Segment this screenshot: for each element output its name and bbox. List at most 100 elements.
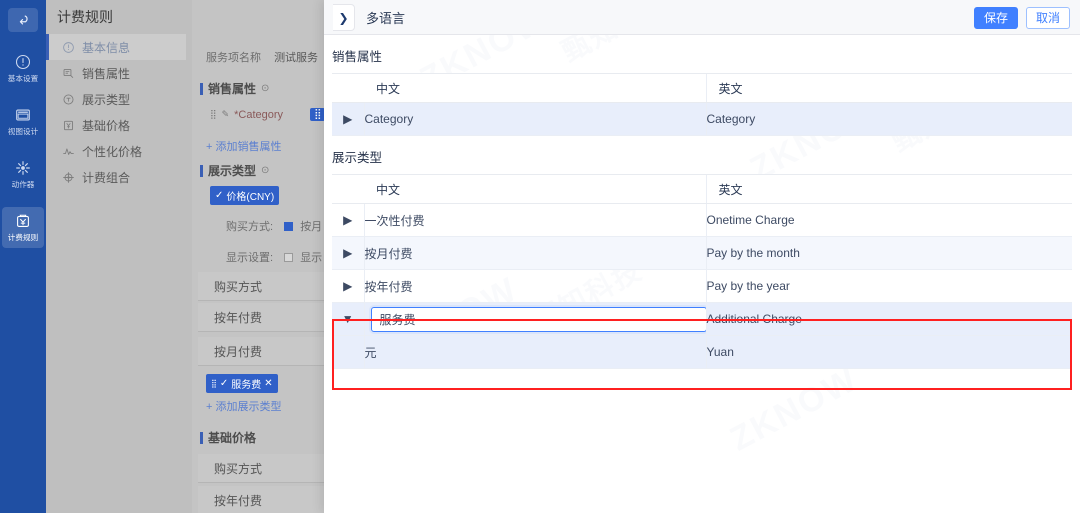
close-icon[interactable]: ✕ — [264, 378, 272, 389]
bg-list-row[interactable]: 购买方式 — [198, 272, 332, 301]
service-name-value: 测试服务 — [274, 52, 319, 64]
drag-handle-icon: ⣿ — [211, 379, 217, 388]
spark-icon — [14, 159, 32, 177]
table-child-row[interactable]: 元 Yuan — [332, 335, 1072, 369]
bg-row-label: 按年付费 — [214, 493, 263, 508]
drag-handle-icon[interactable]: ⣿ — [210, 109, 217, 120]
add-sales-attribute-button[interactable]: + 添加销售属性 — [206, 138, 281, 154]
service-fee-chip[interactable]: ⣿ ✓ 服务费 ✕ — [206, 374, 278, 393]
table-row[interactable]: ▶ Category Category — [332, 102, 1072, 136]
sidebar-item-label: 基础价格 — [82, 118, 131, 133]
column-header-chinese: 中文 — [364, 174, 706, 204]
table-row[interactable]: ▶ 按年付费 Pay by the year — [332, 269, 1072, 303]
window-layout-icon — [14, 106, 32, 124]
rail-label: 计费规则 — [7, 233, 39, 242]
sidebar-item-label: 基本信息 — [82, 40, 131, 55]
bg-section-label: 销售属性 — [208, 82, 257, 96]
bg-list-row[interactable]: 购买方式 — [198, 454, 332, 483]
triangle-right-icon[interactable]: ▶ — [343, 112, 352, 126]
table-header-row: 中文 英文 — [332, 73, 1072, 103]
display-type-icon — [62, 93, 75, 106]
back-arrow-icon[interactable] — [8, 8, 38, 32]
price-tag-chip[interactable]: ✓ 价格(CNY) — [210, 186, 280, 205]
cell-chinese[interactable]: 按月付费 — [364, 236, 706, 270]
add-display-type-button[interactable]: + 添加展示类型 — [206, 398, 281, 414]
bg-list-row[interactable]: 按月付费 — [198, 337, 332, 366]
expand-toggle-cell[interactable]: ▶ — [332, 203, 365, 237]
bg-list-row[interactable]: 按年付费 — [198, 303, 332, 332]
table-row[interactable]: ▶ 一次性付费 Onetime Charge — [332, 203, 1072, 237]
table-row[interactable]: ▶ 按月付费 Pay by the month — [332, 236, 1072, 270]
check-icon: ✓ — [215, 190, 224, 201]
purchase-mode-checkbox[interactable] — [284, 222, 294, 231]
sidebar-item-sales-attributes[interactable]: 销售属性 — [46, 60, 186, 86]
table-wrap-display-type: 中文 英文 ▶ 一次性付费 Onetime Charge ▶ 按月付费 Pay … — [332, 174, 1072, 369]
cell-english[interactable]: Category — [705, 102, 1072, 136]
cell-english[interactable]: Onetime Charge — [705, 203, 1072, 237]
drawer-title: 多语言 — [366, 11, 406, 26]
app-root: 基本设置 视图设计 动作器 计费规则 计费规则 基本信息 销售属性 展示类型 基… — [0, 0, 1080, 513]
cancel-button[interactable]: 取消 — [1025, 6, 1070, 29]
sidebar-menu-list: 基本信息 销售属性 展示类型 基础价格 个性化价格 计费组合 — [46, 34, 186, 190]
price-box-icon — [62, 119, 75, 132]
help-circle-icon: ⊙ — [261, 165, 270, 176]
chevron-right-icon[interactable]: ❯ — [333, 4, 355, 31]
save-button[interactable]: 保存 — [973, 6, 1018, 29]
drawer-header: ❯ 多语言 保存 取消 — [324, 0, 1080, 35]
table-header-row: 中文 英文 — [332, 174, 1072, 204]
sidebar-item-label: 个性化价格 — [82, 144, 143, 159]
edit-pencil-icon[interactable]: ✎ — [222, 109, 230, 120]
display-setting-checkbox[interactable] — [284, 253, 294, 262]
child-row-spacer — [332, 335, 365, 369]
rail-item-actions[interactable]: 动作器 — [2, 154, 44, 195]
cell-chinese[interactable]: 一次性付费 — [364, 203, 706, 237]
rail-item-billing-rules[interactable]: 计费规则 — [2, 207, 44, 248]
cell-english[interactable]: Additional Charge — [705, 302, 1072, 336]
watermark-text: ZKNOW — [724, 360, 865, 459]
sidebar-item-custom-price[interactable]: 个性化价格 — [46, 138, 186, 164]
sidebar-item-base-price[interactable]: 基础价格 — [46, 112, 186, 138]
table-row-editing[interactable]: ▼ Additional Charge — [332, 302, 1072, 336]
rail-item-view-design[interactable]: 视图设计 — [2, 101, 44, 142]
triangle-right-icon[interactable]: ▶ — [343, 246, 352, 260]
triangle-right-icon[interactable]: ▶ — [343, 279, 352, 293]
chinese-name-input[interactable] — [370, 306, 707, 332]
bg-row-label: 按月付费 — [214, 344, 263, 359]
cell-english[interactable]: Pay by the month — [705, 236, 1072, 270]
rail-label: 基本设置 — [7, 74, 39, 83]
cell-english[interactable]: Pay by the year — [705, 269, 1072, 303]
bg-list-row[interactable]: 按年付费 — [198, 486, 332, 513]
service-fee-label: 服务费 — [231, 380, 262, 391]
expand-toggle-cell[interactable]: ▼ — [332, 302, 365, 336]
cell-chinese-editing[interactable] — [364, 302, 707, 336]
column-header-english: 英文 — [705, 174, 1072, 204]
cell-english-child[interactable]: Yuan — [705, 335, 1072, 369]
cell-chinese[interactable]: Category — [364, 102, 706, 136]
expand-toggle-cell[interactable]: ▶ — [332, 269, 365, 303]
sidebar-item-display-type[interactable]: 展示类型 — [46, 86, 186, 112]
tag-list-icon — [62, 67, 75, 80]
bg-section-label: 基础价格 — [208, 431, 257, 445]
rail-item-basic-settings[interactable]: 基本设置 — [2, 48, 44, 89]
triangle-down-icon[interactable]: ▼ — [342, 312, 354, 326]
cell-chinese[interactable]: 按年付费 — [364, 269, 706, 303]
billing-icon — [14, 212, 32, 230]
expand-toggle-cell[interactable]: ▶ — [332, 236, 365, 270]
bg-row-label: 按年付费 — [214, 310, 263, 325]
triangle-right-icon[interactable]: ▶ — [343, 213, 352, 227]
cell-chinese-child[interactable]: 元 — [364, 335, 706, 369]
purchase-mode-value: 按月 — [300, 221, 323, 233]
drawer-body: ZKNOW 甄知科技 ZKNOW 甄知科技 ZKNOW 甄知科技 ZKNOW 销… — [324, 35, 1080, 513]
sales-attr-item: *Category — [234, 108, 284, 121]
sidebar-item-basic-info[interactable]: 基本信息 — [46, 34, 186, 60]
background-form-panel: 服务项名称 测试服务 销售属性 ⊙ ⣿ ✎ *Category ⣿ + 添加销售… — [192, 0, 332, 513]
display-setting-value: 显示 — [300, 252, 323, 264]
expand-toggle-cell[interactable]: ▶ — [332, 102, 365, 136]
combo-icon — [62, 171, 75, 184]
left-rail: 基本设置 视图设计 动作器 计费规则 — [0, 0, 46, 513]
display-type-table: 中文 英文 ▶ 一次性付费 Onetime Charge ▶ 按月付费 Pay … — [332, 174, 1072, 369]
rail-label: 动作器 — [11, 180, 35, 189]
sidebar-item-billing-combo[interactable]: 计费组合 — [46, 164, 186, 190]
bg-row-label: 购买方式 — [214, 279, 263, 294]
wave-icon — [62, 145, 75, 158]
